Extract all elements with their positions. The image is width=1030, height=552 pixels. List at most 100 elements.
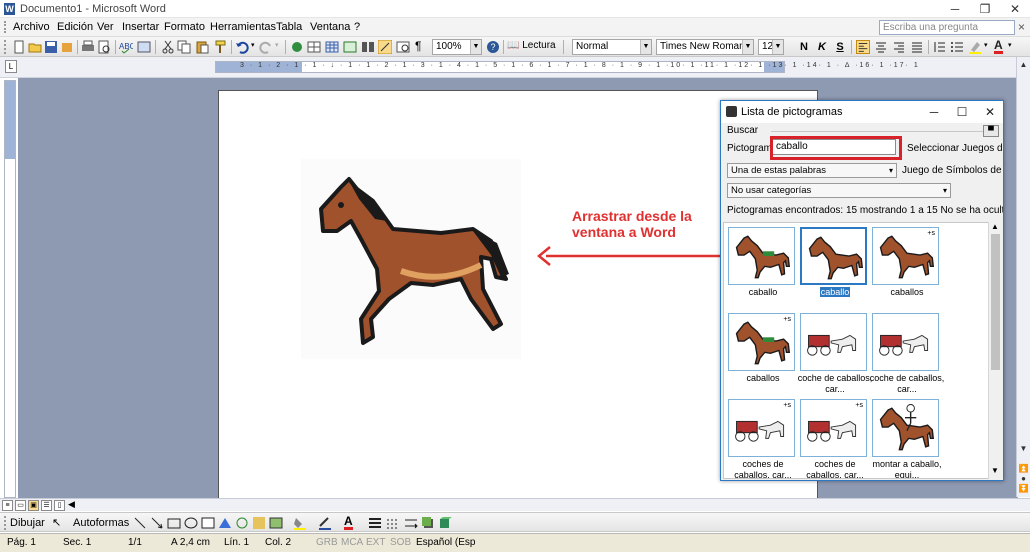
- menu-ver[interactable]: Ver: [97, 21, 114, 33]
- line-icon[interactable]: [133, 516, 147, 530]
- scroll-left-icon[interactable]: ◀: [68, 499, 75, 510]
- pictogram-thumbnail[interactable]: +s: [728, 313, 795, 371]
- highlight-dropdown-icon[interactable]: ▾: [984, 41, 988, 49]
- show-formatting-icon[interactable]: ¶: [415, 39, 421, 53]
- normal-view-button[interactable]: ≡: [2, 500, 13, 511]
- 3d-icon[interactable]: [439, 516, 453, 530]
- close-button[interactable]: ✕: [1000, 0, 1030, 18]
- pictogram-scroll-down-icon[interactable]: ▼: [991, 466, 999, 475]
- document-map-icon[interactable]: [396, 40, 410, 54]
- justify-icon[interactable]: [910, 40, 924, 54]
- cut-icon[interactable]: [161, 40, 175, 54]
- style-combo[interactable]: Normal ▼: [572, 39, 652, 55]
- document-vscroll[interactable]: ▲ ▼ ⏫ ● ⏬: [1016, 57, 1030, 497]
- close-document-button[interactable]: ×: [1018, 20, 1025, 34]
- line-style-icon[interactable]: [368, 516, 382, 530]
- status-ext[interactable]: EXT: [366, 537, 385, 548]
- open-folder-icon[interactable]: [28, 40, 42, 54]
- menu-herramientas[interactable]: Herramientas: [210, 21, 276, 33]
- align-left-icon[interactable]: [856, 40, 870, 54]
- line-color-icon[interactable]: [318, 516, 332, 530]
- pictogram-maximize-button[interactable]: ☐: [949, 103, 975, 121]
- menu-ventana[interactable]: Ventana: [310, 21, 350, 33]
- scroll-down-icon[interactable]: ▼: [1017, 443, 1030, 455]
- pictogram-cell[interactable]: +s caballos: [868, 223, 956, 309]
- permission-icon[interactable]: [60, 40, 74, 54]
- redo-dropdown-icon[interactable]: ▾: [275, 41, 279, 49]
- underline-button[interactable]: S: [832, 39, 848, 55]
- italic-button[interactable]: K: [814, 39, 830, 55]
- align-center-icon[interactable]: [874, 40, 888, 54]
- size-combo[interactable]: 12 ▼: [758, 39, 784, 55]
- shadow-icon[interactable]: [421, 516, 435, 530]
- bold-button[interactable]: N: [796, 39, 812, 55]
- dash-style-icon[interactable]: [386, 516, 400, 530]
- select-sets-button[interactable]: Seleccionar Juegos de S: [907, 143, 1003, 154]
- word-mode-select[interactable]: Una de estas palabras ▾: [727, 163, 897, 178]
- undo-dropdown-icon[interactable]: ▾: [251, 41, 255, 49]
- help-search-input[interactable]: Escriba una pregunta: [879, 20, 1015, 35]
- insert-excel-icon[interactable]: [343, 40, 357, 54]
- draw-menu-button[interactable]: Dibujar: [10, 517, 45, 529]
- pictogram-cell[interactable]: coche de caballos, car...: [868, 309, 956, 395]
- pictogram-cell[interactable]: montar a caballo, equi...: [868, 395, 956, 478]
- pictogram-thumbnail[interactable]: [800, 227, 867, 285]
- new-document-icon[interactable]: [12, 40, 26, 54]
- insert-picture-icon[interactable]: [269, 516, 283, 530]
- menu-archivo[interactable]: Archivo: [13, 21, 50, 33]
- diagram-icon[interactable]: [235, 516, 249, 530]
- status-trk[interactable]: MCA: [341, 537, 363, 548]
- menu-tabla[interactable]: Tabla: [276, 21, 302, 33]
- save-icon[interactable]: [44, 40, 58, 54]
- select-objects-icon[interactable]: ↖: [52, 516, 61, 529]
- rectangle-icon[interactable]: [167, 516, 181, 530]
- font-color-dropdown-icon[interactable]: ▾: [1008, 41, 1012, 49]
- reading-view-button[interactable]: ▯: [54, 500, 65, 511]
- pictogram-thumbnail[interactable]: [800, 313, 867, 371]
- arrow-icon[interactable]: [150, 516, 164, 530]
- web-view-button[interactable]: ▭: [15, 500, 26, 511]
- print-layout-button[interactable]: ▣: [28, 500, 39, 511]
- menu-formato[interactable]: Formato: [164, 21, 205, 33]
- menu-help[interactable]: ?: [354, 21, 360, 33]
- textbox-icon[interactable]: [201, 516, 215, 530]
- restore-button[interactable]: ❐: [970, 0, 1000, 18]
- reading-mode-button[interactable]: 📖 Lectura: [507, 40, 556, 51]
- drawing-icon[interactable]: [378, 40, 392, 54]
- horse-icon[interactable]: [301, 159, 521, 359]
- spelling-icon[interactable]: ABC: [119, 40, 133, 54]
- vertical-ruler[interactable]: [4, 80, 16, 498]
- arrow-style-icon[interactable]: [404, 516, 418, 530]
- copy-icon[interactable]: [177, 40, 191, 54]
- category-select[interactable]: No usar categorías ▾: [727, 183, 951, 198]
- tables-borders-icon[interactable]: [307, 40, 321, 54]
- next-page-icon[interactable]: ⏬: [1017, 483, 1030, 495]
- align-right-icon[interactable]: [892, 40, 906, 54]
- highlight-icon[interactable]: [968, 40, 982, 54]
- format-painter-icon[interactable]: [213, 40, 227, 54]
- pin-icon[interactable]: ▀: [983, 125, 999, 137]
- pictogram-thumbnail[interactable]: [872, 399, 939, 457]
- pictogram-thumbnail[interactable]: +s: [800, 399, 867, 457]
- insert-table-icon[interactable]: [325, 40, 339, 54]
- pictogram-thumbnail[interactable]: [872, 313, 939, 371]
- bullets-icon[interactable]: [950, 40, 964, 54]
- pictogram-thumbnail[interactable]: +s: [728, 399, 795, 457]
- pictogram-thumbnail[interactable]: [728, 227, 795, 285]
- scroll-thumb[interactable]: [991, 234, 1000, 370]
- line-spacing-icon[interactable]: [932, 40, 946, 54]
- menu-edicion[interactable]: Edición: [57, 21, 93, 33]
- research-icon[interactable]: [137, 40, 151, 54]
- font-combo[interactable]: Times New Roman ▼: [656, 39, 754, 55]
- pictogram-scrollbar[interactable]: ▲ ▼: [988, 222, 1001, 479]
- status-ovr[interactable]: SOB: [390, 537, 411, 548]
- menu-insertar[interactable]: Insertar: [122, 21, 159, 33]
- wordart-icon[interactable]: [218, 516, 232, 530]
- scroll-up-icon[interactable]: ▲: [1017, 59, 1030, 71]
- status-rec[interactable]: GRB: [316, 537, 338, 548]
- help-icon[interactable]: ?: [486, 40, 500, 54]
- columns-icon[interactable]: [361, 40, 375, 54]
- fill-color-icon[interactable]: [293, 516, 307, 530]
- minimize-button[interactable]: ─: [940, 0, 970, 18]
- print-icon[interactable]: [81, 40, 95, 54]
